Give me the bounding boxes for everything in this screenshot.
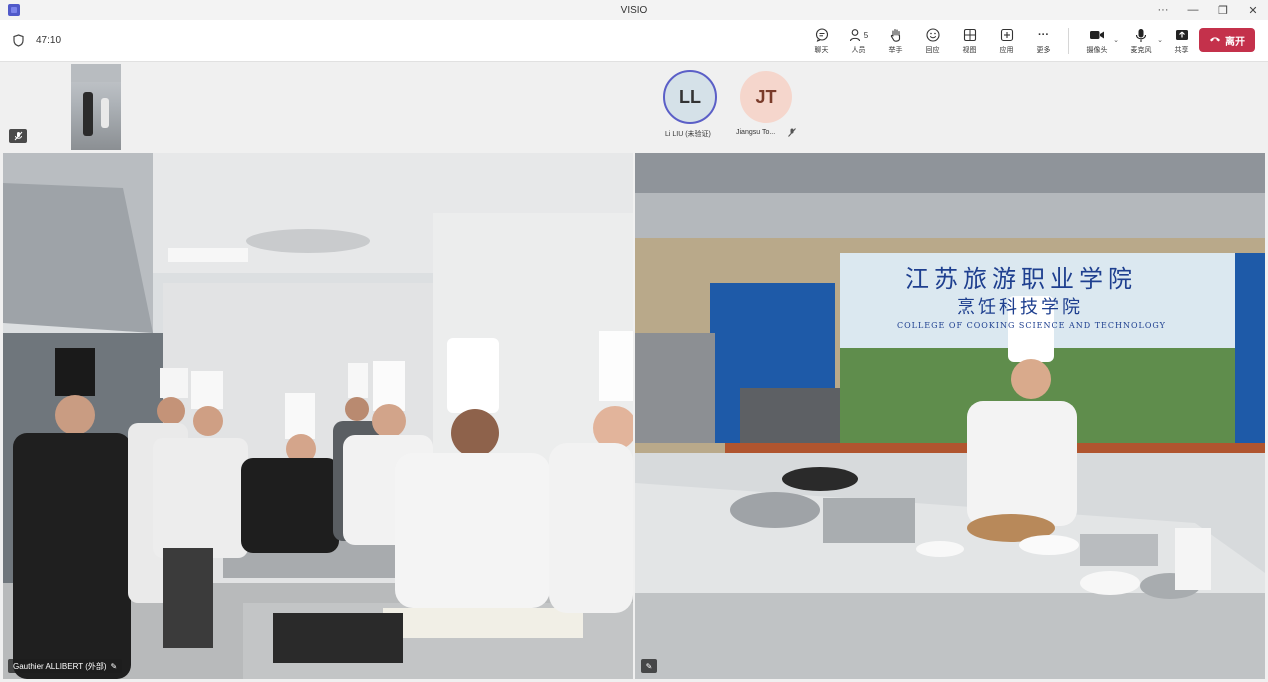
more-label: 更多 [1036, 47, 1051, 54]
self-video-person [101, 98, 109, 128]
share-button[interactable]: 共享 [1163, 20, 1200, 62]
chevron-down-icon[interactable]: ⌄ [1157, 36, 1163, 44]
pin-icon[interactable]: ✎ [111, 662, 118, 671]
shield-icon[interactable] [12, 34, 24, 48]
window-controls: ··· — ❐ ✕ [1148, 0, 1268, 20]
chat-label: 聊天 [814, 47, 829, 54]
participant-name: Jiangsu To... [736, 129, 776, 136]
participant-name-tag: Gauthier ALLIBERT (外部) ✎ [8, 659, 123, 673]
camera-label: 摄像头 [1086, 47, 1108, 54]
more-icon: ··· [1038, 29, 1049, 41]
chat-button[interactable]: 聊天 [803, 20, 840, 62]
apps-button[interactable]: 应用 [988, 20, 1025, 62]
apps-label: 应用 [999, 47, 1014, 54]
people-label: 人员 [851, 47, 866, 54]
plus-icon [1000, 27, 1014, 43]
leave-label: 离开 [1225, 36, 1245, 48]
hand-icon [889, 27, 903, 43]
banner-english: COLLEGE OF COOKING SCIENCE AND TECHNOLOG… [897, 321, 1166, 330]
toolbar-actions: 聊天 5 人员 举手 回应 视图 应用 ··· 更多 摄像头 ⌄ 麦克风 ⌄ 共… [803, 20, 1200, 62]
view-label: 视图 [962, 47, 977, 54]
toolbar-divider [1068, 28, 1069, 54]
avatar[interactable]: LL [663, 70, 717, 124]
leave-button[interactable]: 离开 [1199, 28, 1255, 52]
title-bar: VISIO ··· — ❐ ✕ [0, 0, 1268, 20]
video-frame-left [3, 153, 633, 679]
people-count: 5 [863, 30, 869, 40]
mic-off-icon[interactable] [9, 129, 27, 143]
camera-icon [1089, 27, 1105, 43]
self-video-person [83, 92, 93, 136]
self-video-thumbnail[interactable] [71, 64, 121, 150]
mic-off-icon [788, 128, 796, 139]
raise-hand-label: 举手 [888, 47, 903, 54]
mic-button[interactable]: 麦克风 ⌄ [1119, 20, 1163, 62]
self-video-hood [71, 64, 121, 82]
video-tile-left[interactable]: Gauthier ALLIBERT (外部) ✎ [3, 153, 633, 679]
raise-hand-button[interactable]: 举手 [877, 20, 914, 62]
window-more-button[interactable]: ··· [1148, 0, 1178, 20]
people-button[interactable]: 5 人员 [840, 20, 877, 62]
camera-button[interactable]: 摄像头 ⌄ [1075, 20, 1119, 62]
grid-icon [963, 27, 977, 43]
avatar[interactable]: JT [740, 71, 792, 123]
phone-hangup-icon [1209, 35, 1221, 46]
banner-subtitle: 烹饪科技学院 [957, 297, 1083, 318]
share-icon [1175, 27, 1189, 43]
pin-icon[interactable]: ✎ [641, 659, 657, 673]
people-icon: 5 [849, 27, 868, 43]
banner-title: 江苏旅游职业学院 [905, 265, 1137, 293]
more-button[interactable]: ··· 更多 [1025, 20, 1062, 62]
smile-icon [925, 27, 940, 43]
share-label: 共享 [1174, 47, 1189, 54]
mic-label: 麦克风 [1130, 47, 1152, 54]
view-button[interactable]: 视图 [951, 20, 988, 62]
react-button[interactable]: 回应 [914, 20, 951, 62]
minimize-button[interactable]: — [1178, 0, 1208, 20]
video-tile-right[interactable]: 江苏旅游职业学院 烹饪科技学院 COLLEGE OF COOKING SCIEN… [635, 153, 1265, 679]
mic-icon [1135, 27, 1147, 43]
react-label: 回应 [925, 47, 940, 54]
meeting-timer: 47:10 [36, 35, 62, 46]
participant-strip: LL Li LIU (未验证) JT Jiangsu To... [0, 62, 1268, 152]
video-frame-right [635, 153, 1265, 679]
window-title: VISIO [620, 4, 648, 16]
meeting-toolbar: 47:10 聊天 5 人员 举手 回应 视图 应用 ··· 更多 摄像头 ⌄ 麦… [0, 20, 1268, 62]
participant-name: Gauthier ALLIBERT (外部) [13, 661, 107, 671]
participant-name: Li LIU (未验证) [665, 131, 711, 138]
restore-button[interactable]: ❐ [1208, 0, 1238, 20]
close-window-button[interactable]: ✕ [1238, 0, 1268, 20]
chat-icon [815, 27, 829, 43]
